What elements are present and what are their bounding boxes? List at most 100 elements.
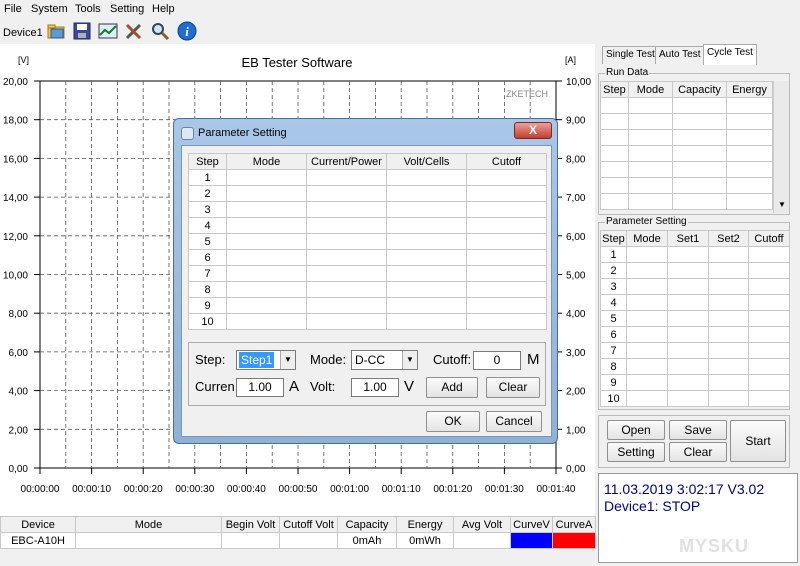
table-row[interactable]: 7 xyxy=(600,342,790,359)
menu-setting[interactable]: Setting xyxy=(110,3,144,15)
left-axis-unit: [V] xyxy=(18,55,29,65)
table-row[interactable]: 7 xyxy=(188,265,547,282)
table-row[interactable]: 2 xyxy=(600,262,790,279)
table-row[interactable]: 9 xyxy=(188,297,547,314)
current-input[interactable]: 1.00 xyxy=(236,378,284,397)
column-header: Begin Volt xyxy=(221,516,280,533)
tools-icon[interactable] xyxy=(124,21,144,41)
window-icon xyxy=(181,127,194,140)
menu-tools[interactable]: Tools xyxy=(75,3,101,15)
table-row[interactable]: 4 xyxy=(600,294,790,311)
table-row[interactable]: 10 xyxy=(600,390,790,407)
open-button[interactable]: Open xyxy=(607,420,665,440)
chevron-down-icon[interactable]: ▼ xyxy=(402,351,417,369)
scroll-down-icon[interactable]: ▼ xyxy=(774,198,790,212)
step-number: 2 xyxy=(600,262,627,279)
table-row[interactable]: 6 xyxy=(188,249,547,266)
column-header: Mode xyxy=(626,230,668,247)
table-row[interactable]: 3 xyxy=(600,278,790,295)
step-label: Step: xyxy=(195,352,226,367)
begin-volt-cell xyxy=(221,532,280,549)
run-data-table: Step Mode Capacity Energy xyxy=(600,81,773,210)
tab-cycle-test[interactable]: Cycle Test xyxy=(703,44,757,65)
curve-a-color-swatch[interactable] xyxy=(552,532,596,549)
setting-button[interactable]: Setting xyxy=(607,442,665,462)
tab-single-test[interactable]: Single Test xyxy=(602,46,659,64)
step-number: 9 xyxy=(188,297,227,314)
right-axis-tick-label: 6,00 xyxy=(566,232,586,243)
device-select[interactable]: Device1 xyxy=(3,27,43,39)
table-row[interactable]: 1 xyxy=(600,246,790,263)
table-row[interactable]: EBC-A10H 0mAh 0mWh xyxy=(0,532,596,549)
table-row[interactable]: 4 xyxy=(188,217,547,234)
x-axis-tick-label: 00:01:40 xyxy=(537,484,576,495)
chart-title: EB Tester Software xyxy=(241,55,352,70)
left-axis-tick-label: 14,00 xyxy=(3,193,28,204)
table-row[interactable]: 8 xyxy=(600,358,790,375)
device-cell: EBC-A10H xyxy=(0,532,76,549)
clear-step-button[interactable]: Clear xyxy=(486,377,540,398)
table-row xyxy=(600,161,773,178)
cutoff-input[interactable]: 0 xyxy=(473,351,521,370)
table-row[interactable]: 1 xyxy=(188,169,547,186)
column-header: Volt/Cells xyxy=(386,153,467,170)
parameter-setting-title: Parameter Setting xyxy=(605,216,688,227)
table-row[interactable]: 5 xyxy=(188,233,547,250)
clear-button[interactable]: Clear xyxy=(669,442,727,462)
column-header: Cutoff Volt xyxy=(279,516,338,533)
table-row[interactable]: 10 xyxy=(188,313,547,330)
table-row[interactable]: 8 xyxy=(188,281,547,298)
step-number: 10 xyxy=(600,390,627,407)
column-header: Cutoff xyxy=(748,230,790,247)
mode-select[interactable]: D-CC ▼ xyxy=(351,350,418,370)
save-icon[interactable] xyxy=(72,21,92,41)
step-number: 2 xyxy=(188,185,227,202)
ok-button[interactable]: OK xyxy=(426,411,480,432)
curve-v-color-swatch[interactable] xyxy=(510,532,553,549)
chart-picture-icon[interactable] xyxy=(98,21,118,41)
right-axis-tick-label: 7,00 xyxy=(566,193,586,204)
column-header: Step xyxy=(188,153,227,170)
dialog-title: Parameter Setting xyxy=(198,127,287,139)
close-button[interactable]: X xyxy=(514,122,552,139)
table-row[interactable]: 5 xyxy=(600,310,790,327)
add-button[interactable]: Add xyxy=(426,377,478,398)
table-row xyxy=(600,97,773,114)
run-data-scrollbar[interactable]: ▼ xyxy=(773,81,789,213)
info-icon[interactable]: i xyxy=(177,21,197,41)
menu-file[interactable]: File xyxy=(4,3,22,15)
menu-help[interactable]: Help xyxy=(152,3,175,15)
column-header: Step xyxy=(600,81,629,98)
menu-system[interactable]: System xyxy=(31,3,68,15)
step-number: 4 xyxy=(188,217,227,234)
cancel-button[interactable]: Cancel xyxy=(486,411,542,432)
open-folder-icon[interactable] xyxy=(46,21,66,41)
step-number: 3 xyxy=(188,201,227,218)
start-button[interactable]: Start xyxy=(730,420,786,462)
column-header: Current/Power xyxy=(306,153,387,170)
right-axis-tick-label: 2,00 xyxy=(566,387,586,398)
tab-auto-test[interactable]: Auto Test xyxy=(655,46,705,64)
mode-select-value: D-CC xyxy=(355,353,385,367)
svg-text:i: i xyxy=(185,24,189,39)
table-row[interactable]: 9 xyxy=(600,374,790,391)
table-row[interactable]: 2 xyxy=(188,185,547,202)
x-axis-tick-label: 00:00:20 xyxy=(124,484,163,495)
mode-label: Mode: xyxy=(310,352,347,367)
left-axis-tick-label: 18,00 xyxy=(3,116,28,127)
table-row[interactable]: 3 xyxy=(188,201,547,218)
step-number: 8 xyxy=(188,281,227,298)
save-button[interactable]: Save xyxy=(669,420,727,440)
step-number: 6 xyxy=(600,326,627,343)
dialog-body: Step Mode Current/Power Volt/Cells Cutof… xyxy=(181,145,552,437)
search-icon[interactable] xyxy=(150,21,170,41)
chevron-down-icon[interactable]: ▼ xyxy=(280,351,295,369)
left-axis-tick-label: 6,00 xyxy=(9,348,29,359)
step-number: 1 xyxy=(188,169,227,186)
table-row[interactable]: 6 xyxy=(600,326,790,343)
step-select[interactable]: Step1 ▼ xyxy=(236,350,296,370)
right-axis-tick-label: 10,00 xyxy=(566,77,591,88)
status-device-state: Device1: STOP xyxy=(604,498,701,514)
right-axis-tick-label: 8,00 xyxy=(566,154,586,165)
volt-input[interactable]: 1.00 xyxy=(351,378,399,397)
